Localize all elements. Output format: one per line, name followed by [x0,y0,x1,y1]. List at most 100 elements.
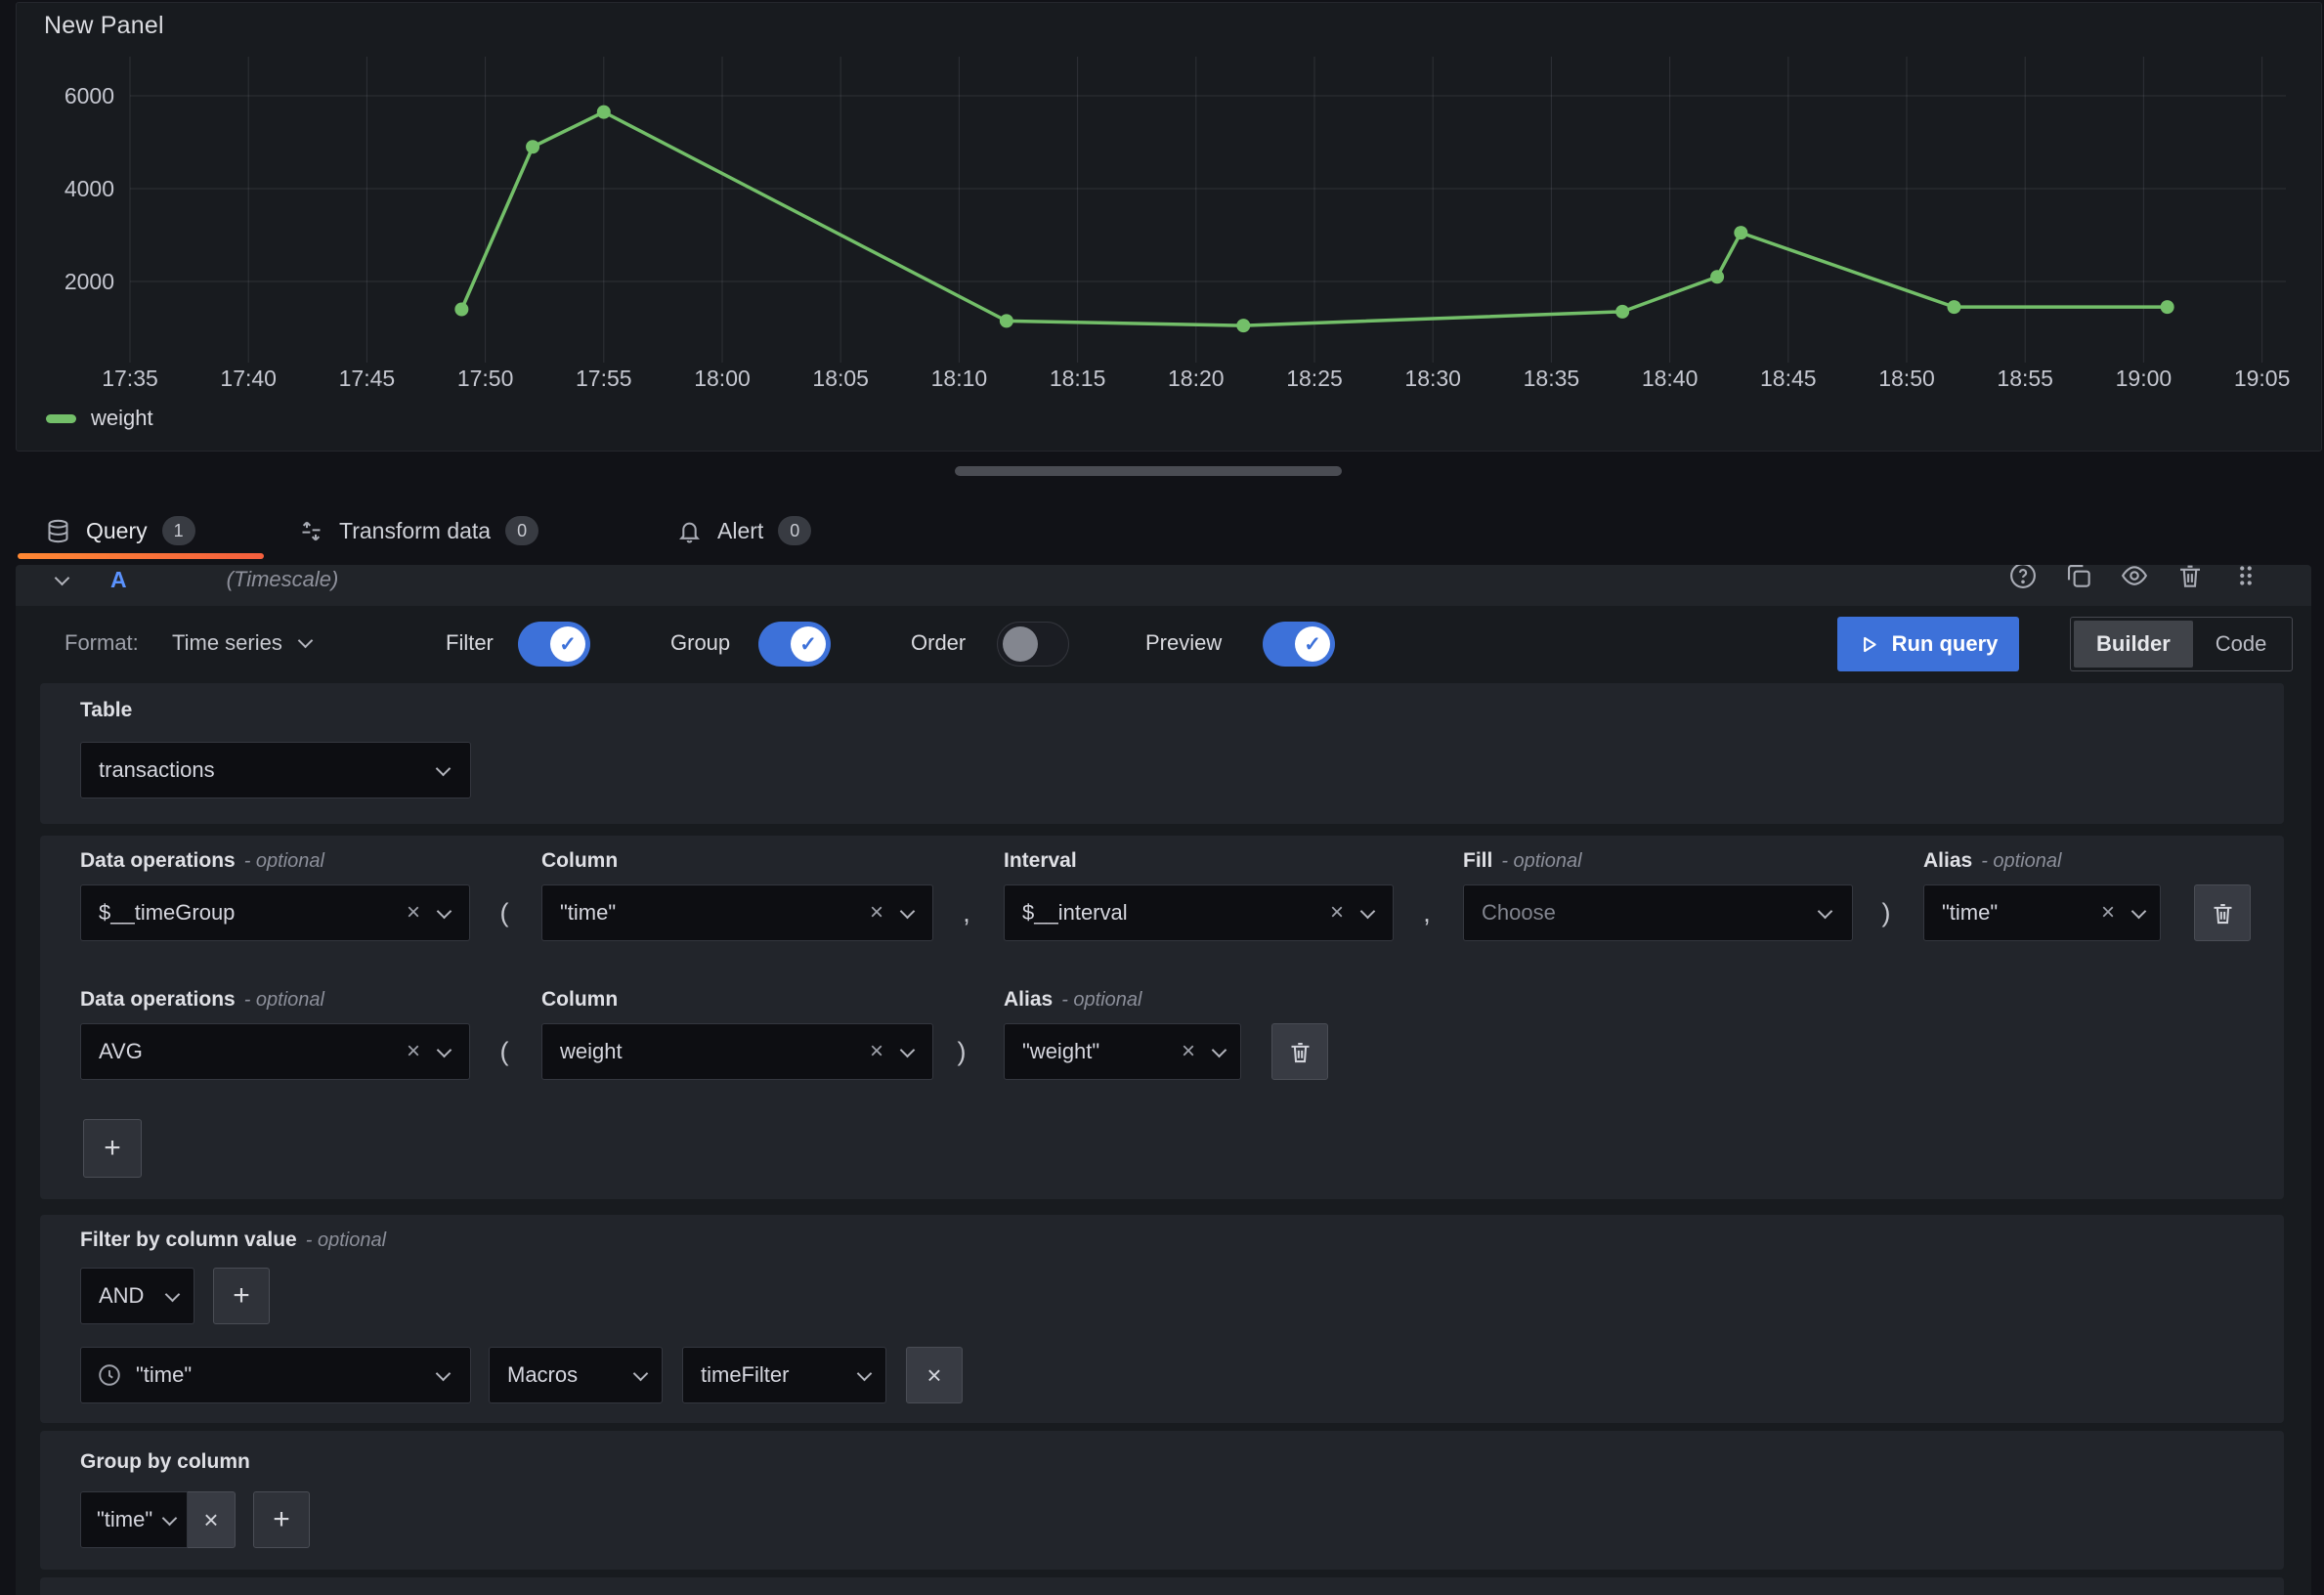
tab-transform-data[interactable]: Transform data 0 [298,508,538,553]
order-toggle[interactable]: ✓ [997,622,1069,667]
chevron-down-icon [857,1365,873,1381]
panel-resize-handle[interactable] [955,466,1342,476]
legend[interactable]: weight [46,406,153,431]
collapse-chevron-icon[interactable] [55,570,70,585]
svg-text:18:05: 18:05 [812,366,869,391]
chevron-down-icon [436,760,452,776]
chevron-down-icon [162,1510,178,1526]
svg-text:18:35: 18:35 [1524,366,1580,391]
clear-icon[interactable]: × [870,1040,883,1063]
chevron-down-icon [1818,903,1833,919]
delete-row-button[interactable] [2194,884,2251,941]
svg-text:18:15: 18:15 [1050,366,1106,391]
order-toggle-label: Order [911,630,966,656]
alias-select[interactable]: "time" × [1923,884,2161,941]
mode-builder[interactable]: Builder [2074,621,2193,668]
query-row-header[interactable]: A (Timescale) [16,565,2311,606]
column-select[interactable]: weight × [541,1023,933,1080]
table-label: Table [80,699,132,722]
clear-icon[interactable]: × [1330,901,1344,925]
interval-label: Interval [1004,849,1077,873]
filter-macro-group-select[interactable]: Macros [489,1347,663,1403]
filter-toggle[interactable]: ✓ [518,622,590,667]
editor-mode-switch: Builder Code [2070,617,2293,671]
filter-operator-select[interactable]: AND [80,1268,194,1324]
query-toolbar: Format: Time series Filter ✓ Group ✓ Ord… [16,614,2311,674]
chevron-down-icon [1212,1042,1227,1057]
query-count-badge: 1 [162,516,195,545]
add-select-row-button[interactable]: + [83,1119,142,1178]
group-by-section: Group by column "time" × + [40,1431,2284,1570]
group-toggle[interactable]: ✓ [758,622,831,667]
drag-handle-icon[interactable] [2231,565,2260,590]
chevron-down-icon [1360,903,1376,919]
tab-query[interactable]: Query 1 [45,508,195,553]
close-paren: ) [947,1023,976,1080]
interval-select[interactable]: $__interval × [1004,884,1394,941]
format-select[interactable]: Time series [172,630,311,656]
filter-section: Filter by column value- optional AND + "… [40,1215,2284,1423]
run-query-label: Run query [1892,631,1999,657]
play-icon [1859,634,1879,655]
open-paren: ( [490,884,519,941]
tab-alert[interactable]: Alert 0 [676,508,811,553]
svg-text:19:05: 19:05 [2234,366,2291,391]
mode-code[interactable]: Code [2193,621,2290,668]
alert-count-badge: 0 [778,516,811,545]
transform-icon [298,518,324,544]
delete-row-button[interactable] [1271,1023,1328,1080]
remove-group-by-button[interactable]: × [188,1491,236,1548]
group-toggle-label: Group [670,630,730,656]
comma: , [952,884,981,941]
query-ref-id[interactable]: A [110,567,127,593]
column-select[interactable]: "time" × [541,884,933,941]
chevron-down-icon [165,1286,181,1302]
svg-text:18:40: 18:40 [1642,366,1699,391]
group-by-column-select[interactable]: "time" [80,1491,188,1548]
filter-macro-select[interactable]: timeFilter [682,1347,886,1403]
duplicate-icon[interactable] [2064,565,2093,590]
filter-column-select[interactable]: "time" [80,1347,471,1403]
svg-text:18:50: 18:50 [1878,366,1935,391]
hide-icon[interactable] [2120,565,2149,590]
trash-icon [1287,1039,1313,1065]
open-paren: ( [490,1023,519,1080]
clear-icon[interactable]: × [870,901,883,925]
run-query-button[interactable]: Run query [1837,617,2019,671]
help-icon[interactable] [2008,565,2038,590]
alias-select[interactable]: "weight" × [1004,1023,1241,1080]
add-filter-button[interactable]: + [213,1268,270,1324]
filter-by-column-label: Filter by column value- optional [80,1229,386,1252]
clear-icon[interactable]: × [407,1040,420,1063]
table-value: transactions [99,757,215,783]
time-series-panel: 17:3517:4017:4517:5017:5518:0018:0518:10… [16,2,2322,452]
delete-icon[interactable] [2175,565,2205,590]
legend-label-weight[interactable]: weight [91,406,153,431]
clear-icon[interactable]: × [2101,901,2115,925]
add-group-by-button[interactable]: + [253,1491,310,1548]
data-operation-select[interactable]: AVG × [80,1023,470,1080]
svg-text:18:55: 18:55 [1997,366,2053,391]
alias-label: Alias- optional [1923,849,2061,873]
tab-query-label: Query [86,518,148,544]
panel-title[interactable]: New Panel [44,12,164,40]
format-value: Time series [172,630,282,656]
clear-icon[interactable]: × [1182,1040,1195,1063]
svg-text:17:55: 17:55 [576,366,632,391]
svg-text:4000: 4000 [65,176,114,201]
query-editor: Format: Time series Filter ✓ Group ✓ Ord… [16,606,2311,1595]
remove-filter-button[interactable]: × [906,1347,963,1403]
time-series-chart: 17:3517:4017:4517:5017:5518:0018:0518:10… [17,3,2319,449]
data-operations-label: Data operations- optional [80,988,324,1012]
svg-text:18:20: 18:20 [1168,366,1225,391]
data-operation-select[interactable]: $__timeGroup × [80,884,470,941]
select-section: Data operations- optional Column Interva… [40,836,2284,1199]
fill-label: Fill- optional [1463,849,1582,873]
fill-select[interactable]: Choose [1463,884,1853,941]
clear-icon[interactable]: × [407,901,420,925]
table-select[interactable]: transactions [80,742,471,798]
chevron-down-icon [437,1042,452,1057]
bell-icon [676,518,703,544]
trash-icon [2210,900,2236,927]
preview-toggle[interactable]: ✓ [1263,622,1335,667]
